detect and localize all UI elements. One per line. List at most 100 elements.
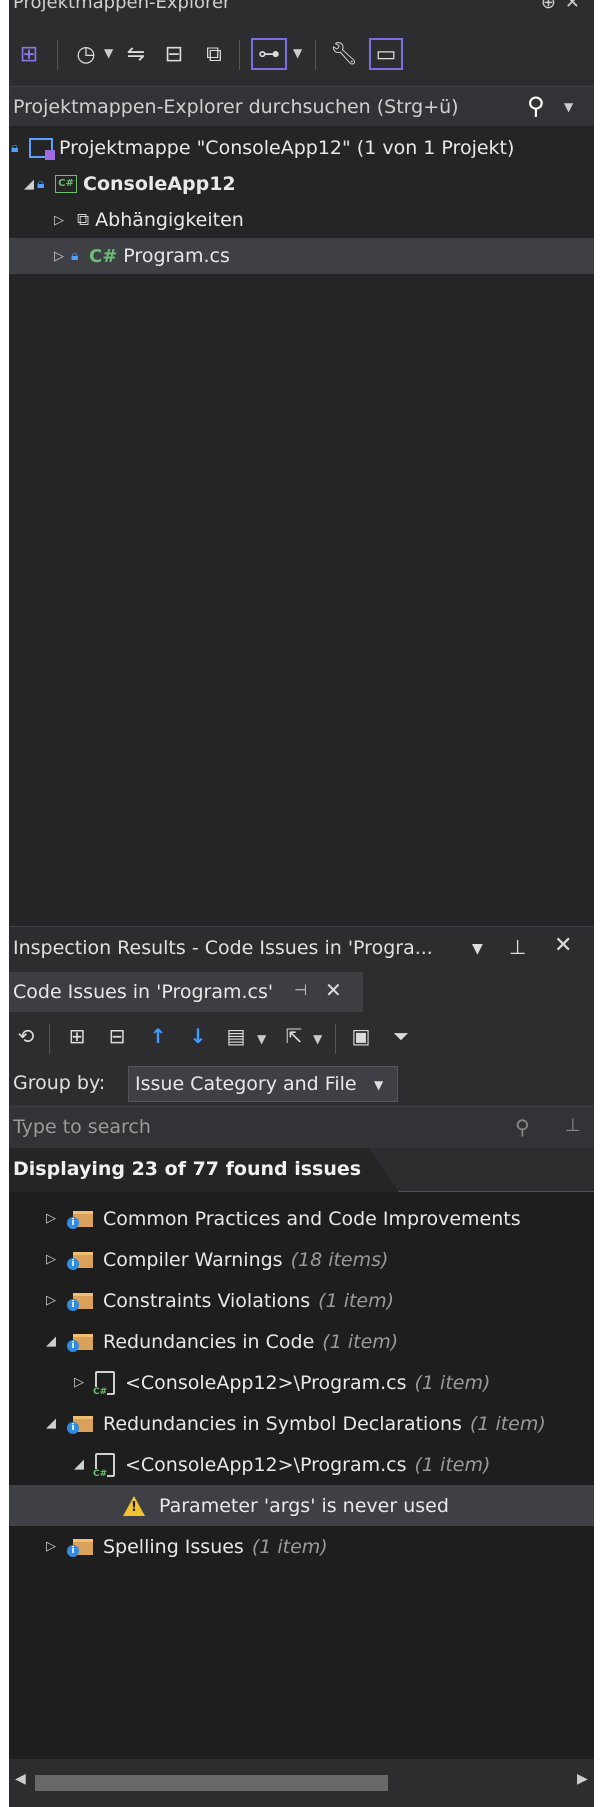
- collapse-all-icon[interactable]: ⊟: [159, 38, 189, 70]
- tree-row-project[interactable]: ◢ 🔒︎ C# ConsoleApp12: [9, 166, 594, 202]
- collapsed-triangle-icon[interactable]: ▷: [43, 1539, 59, 1554]
- results-summary: Displaying 23 of 77 found issues: [13, 1158, 362, 1180]
- refresh-icon[interactable]: ⟲: [13, 1020, 39, 1052]
- inspection-title: Inspection Results - Code Issues in 'Pro…: [13, 937, 433, 959]
- close-icon[interactable]: ✕: [565, 0, 580, 14]
- tree-label: ConsoleApp12: [83, 173, 236, 195]
- copy-icon[interactable]: ⧉: [199, 38, 229, 70]
- export-icon[interactable]: ⇱: [279, 1020, 309, 1052]
- collapse-all-icon[interactable]: ⊟: [103, 1020, 131, 1052]
- results-summary-tab: Displaying 23 of 77 found issues: [9, 1148, 399, 1192]
- chevron-down-icon[interactable]: ▼: [313, 1032, 322, 1046]
- search-options-icon[interactable]: ⚲: [515, 1115, 530, 1139]
- toolbar-separator: [49, 1024, 50, 1054]
- group-by-label: Group by:: [13, 1072, 106, 1094]
- sync-icon[interactable]: ⇋: [121, 38, 151, 70]
- issue-count: (1 item): [414, 1453, 491, 1476]
- issue-label: Parameter 'args' is never used: [159, 1494, 449, 1517]
- issue-label: Redundancies in Symbol Declarations: [103, 1412, 462, 1435]
- tree-label: Abhängigkeiten: [95, 209, 244, 231]
- filter-icon[interactable]: ⏷: [387, 1020, 415, 1052]
- expand-all-icon[interactable]: ⊞: [63, 1020, 91, 1052]
- issue-category-row[interactable]: ▷ i Compiler Warnings (18 items): [9, 1239, 594, 1280]
- expanded-triangle-icon[interactable]: ◢: [21, 177, 37, 192]
- chevron-down-icon[interactable]: ▼: [564, 100, 573, 114]
- csharp-file-icon: C#: [89, 245, 118, 267]
- collapsed-triangle-icon[interactable]: ▷: [43, 1252, 59, 1267]
- issue-row-selected[interactable]: ! Parameter 'args' is never used: [9, 1485, 594, 1526]
- chevron-down-icon[interactable]: ▼: [257, 1032, 266, 1046]
- collapsed-triangle-icon[interactable]: ▷: [43, 1211, 59, 1226]
- issue-folder-icon: i: [67, 1414, 93, 1434]
- expanded-triangle-icon[interactable]: ◢: [43, 1334, 59, 1349]
- solution-explorer-toolbar: ⊞ ◷ ▼ ⇋ ⊟ ⧉ ⊶ ▼ 🔧︎ ▭: [9, 22, 594, 86]
- chevron-down-icon[interactable]: ▼: [293, 46, 302, 60]
- tab-label: Code Issues in 'Program.cs': [13, 981, 274, 1003]
- issue-count: (1 item): [251, 1535, 328, 1558]
- preview-icon[interactable]: ▭: [369, 38, 403, 70]
- pin-icon[interactable]: ⊥: [509, 935, 526, 959]
- wrench-icon[interactable]: 🔧︎: [329, 38, 359, 70]
- tab-code-issues[interactable]: Code Issues in 'Program.cs' ⊣ ✕: [9, 972, 363, 1012]
- pin-tab-icon[interactable]: ⊣: [294, 981, 307, 999]
- warning-icon: !: [123, 1495, 145, 1516]
- issue-category-row[interactable]: ◢ i Redundancies in Symbol Declarations …: [9, 1403, 594, 1444]
- chevron-down-icon[interactable]: ▼: [472, 941, 483, 957]
- solution-search-input[interactable]: Projektmappen-Explorer durchsuchen (Strg…: [13, 96, 459, 118]
- tree-row-program-cs[interactable]: ▷ 🔒︎ C# Program.cs: [9, 238, 594, 274]
- issue-folder-icon: i: [67, 1250, 93, 1270]
- issue-search-input[interactable]: Type to search: [13, 1116, 151, 1138]
- horizontal-scrollbar[interactable]: ◀ ▶: [9, 1759, 594, 1807]
- expanded-triangle-icon[interactable]: ◢: [71, 1457, 87, 1472]
- tree-label: Projektmappe "ConsoleApp12" (1 von 1 Pro…: [59, 137, 515, 159]
- issue-label: Constraints Violations: [103, 1289, 311, 1312]
- tree-label: Program.cs: [123, 245, 230, 267]
- issue-label: Redundancies in Code: [103, 1330, 315, 1353]
- solution-search-box[interactable]: Projektmappen-Explorer durchsuchen (Strg…: [9, 86, 594, 126]
- chevron-down-icon[interactable]: ▼: [374, 1078, 383, 1092]
- issue-folder-icon: i: [67, 1537, 93, 1557]
- save-icon[interactable]: ▣: [347, 1020, 375, 1052]
- issue-search-box[interactable]: Type to search ⚲ ⊥: [9, 1106, 594, 1148]
- issue-file-row[interactable]: ◢ C# <ConsoleApp12>\Program.cs (1 item): [9, 1444, 594, 1485]
- history-icon[interactable]: ◷: [71, 38, 101, 70]
- close-tab-icon[interactable]: ✕: [325, 978, 342, 1002]
- tree-row-solution[interactable]: 🔒︎ Projektmappe "ConsoleApp12" (1 von 1 …: [9, 130, 594, 166]
- scroll-right-icon[interactable]: ▶: [577, 1771, 588, 1787]
- chevron-down-icon[interactable]: ▼: [104, 46, 113, 60]
- previous-issue-icon[interactable]: ↑: [145, 1020, 171, 1052]
- issues-tree: ▷ i Common Practices and Code Improvemen…: [9, 1192, 594, 1759]
- close-icon[interactable]: ✕: [554, 933, 572, 958]
- toolbar-separator: [57, 40, 58, 70]
- inspection-toolbar: ⟲ ⊞ ⊟ ↑ ↓ ▤ ▼ ⇱ ▼ ▣ ⏷: [9, 1012, 594, 1060]
- scroll-left-icon[interactable]: ◀: [15, 1771, 26, 1787]
- grouping-icon[interactable]: ▤: [221, 1020, 251, 1052]
- search-icon[interactable]: ⚲: [527, 92, 545, 120]
- issue-category-row[interactable]: ◢ i Redundancies in Code (1 item): [9, 1321, 594, 1362]
- expanded-triangle-icon[interactable]: ◢: [43, 1416, 59, 1431]
- vs-solution-icon[interactable]: ⊞: [13, 38, 45, 70]
- issue-folder-icon: i: [67, 1332, 93, 1352]
- issue-count: (1 item): [469, 1412, 546, 1435]
- show-all-files-icon[interactable]: ⊶: [251, 38, 287, 70]
- csharp-file-icon: C#: [93, 1452, 115, 1479]
- collapsed-triangle-icon[interactable]: ▷: [51, 249, 67, 264]
- issue-category-row[interactable]: ▷ i Constraints Violations (1 item): [9, 1280, 594, 1321]
- collapsed-triangle-icon[interactable]: ▷: [51, 213, 67, 228]
- next-issue-icon[interactable]: ↓: [185, 1020, 211, 1052]
- ide-panel: Projektmappen-Explorer ⊕ ✕ ⊞ ◷ ▼ ⇋ ⊟ ⧉ ⊶…: [9, 0, 594, 1807]
- pin-icon[interactable]: ⊥: [565, 1115, 581, 1136]
- tree-row-dependencies[interactable]: ▷ ⧉ Abhängigkeiten: [9, 202, 594, 238]
- issue-category-row[interactable]: ▷ i Spelling Issues (1 item): [9, 1526, 594, 1567]
- group-by-select[interactable]: Issue Category and File ▼: [128, 1066, 398, 1102]
- issue-folder-icon: i: [67, 1209, 93, 1229]
- collapsed-triangle-icon[interactable]: ▷: [71, 1375, 87, 1390]
- scrollbar-thumb[interactable]: [35, 1775, 388, 1791]
- issue-category-row[interactable]: ▷ i Common Practices and Code Improvemen…: [9, 1198, 594, 1239]
- issue-file-row[interactable]: ▷ C# <ConsoleApp12>\Program.cs (1 item): [9, 1362, 594, 1403]
- solution-explorer-titlebar: Projektmappen-Explorer ⊕ ✕: [9, 0, 594, 22]
- toolbar-separator: [335, 1024, 336, 1054]
- pin-icon[interactable]: ⊕: [541, 0, 556, 14]
- issue-count: (18 items): [290, 1248, 389, 1271]
- collapsed-triangle-icon[interactable]: ▷: [43, 1293, 59, 1308]
